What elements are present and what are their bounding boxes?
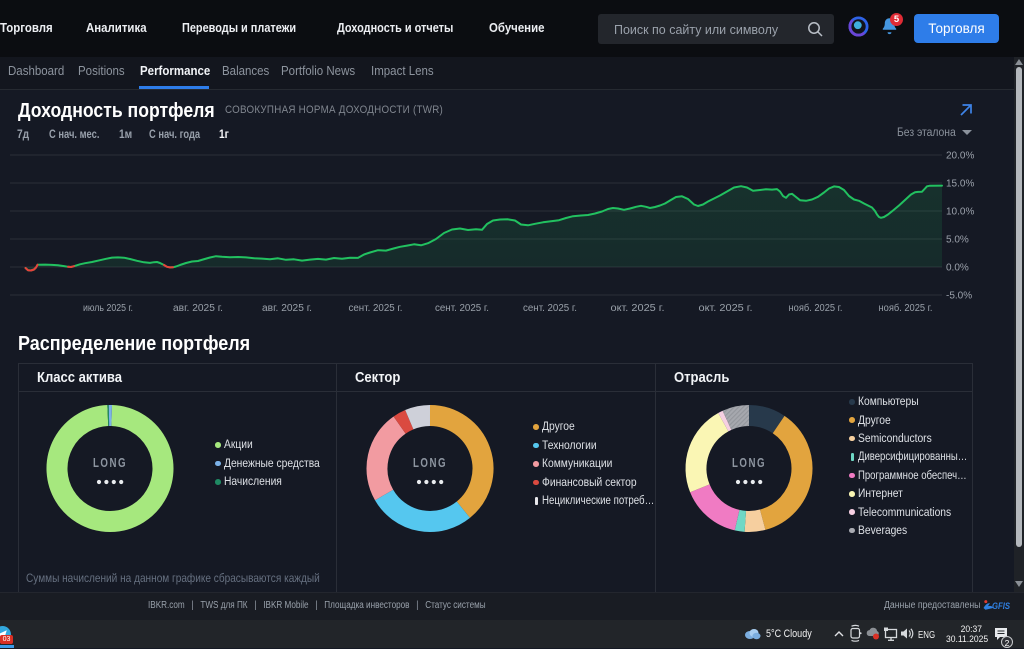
svg-text:LONG: LONG (93, 455, 127, 470)
svg-text:-5.0%: -5.0% (946, 291, 972, 302)
svg-text:авг. 2025 г.: авг. 2025 г. (262, 303, 312, 314)
svg-text:20.0%: 20.0% (946, 151, 974, 162)
svg-text:сент. 2025 г.: сент. 2025 г. (435, 303, 489, 314)
svg-text:сент. 2025 г.: сент. 2025 г. (349, 303, 403, 314)
svg-text:LONG: LONG (413, 455, 447, 470)
svg-text:июль 2025 г.: июль 2025 г. (83, 303, 133, 314)
svg-text:LONG: LONG (732, 455, 766, 470)
svg-text:15.0%: 15.0% (946, 179, 974, 190)
svg-text:GFIS: GFIS (992, 601, 1011, 612)
svg-text:окт. 2025 г.: окт. 2025 г. (611, 303, 665, 314)
svg-text:10.0%: 10.0% (946, 207, 974, 218)
svg-text:нояб. 2025 г.: нояб. 2025 г. (879, 302, 933, 314)
svg-text:окт. 2025 г.: окт. 2025 г. (699, 303, 753, 314)
svg-text:нояб. 2025 г.: нояб. 2025 г. (789, 302, 843, 314)
svg-text:сент. 2025 г.: сент. 2025 г. (523, 303, 577, 314)
svg-text:авг. 2025 г.: авг. 2025 г. (173, 303, 223, 314)
svg-text:5.0%: 5.0% (946, 235, 969, 246)
svg-text:0.0%: 0.0% (946, 263, 969, 274)
